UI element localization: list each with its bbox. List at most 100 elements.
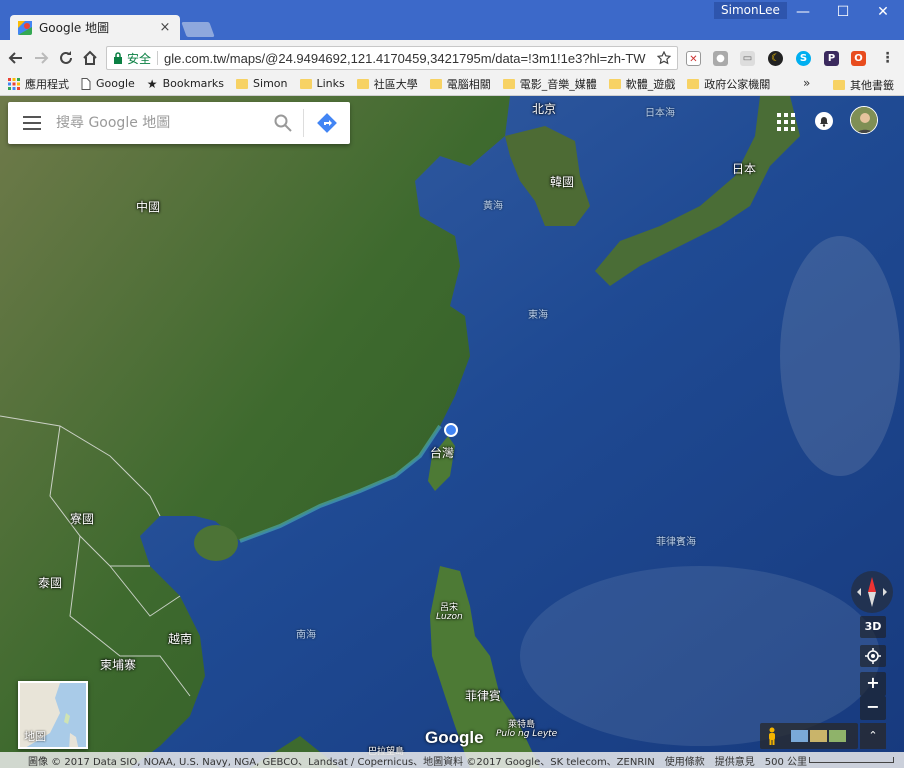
page-icon (81, 77, 91, 90)
bookmark-folder-software[interactable]: 軟體_遊戲 (608, 76, 675, 92)
map-label-vietnam[interactable]: 越南 (168, 630, 192, 647)
reload-icon[interactable] (56, 48, 76, 68)
home-icon[interactable] (80, 48, 100, 68)
minimize-icon[interactable]: — (789, 4, 817, 22)
map-label-south-sea[interactable]: 南海 (296, 626, 316, 641)
star-icon: ★ (146, 76, 158, 91)
map-label-laos[interactable]: 寮國 (70, 510, 94, 527)
map-label-japan-sea[interactable]: 日本海 (645, 104, 675, 119)
imagery-thumbnail[interactable] (810, 730, 827, 742)
extension-icon[interactable]: ● (713, 51, 728, 66)
office-extension-icon[interactable]: O (851, 51, 866, 66)
scale-label[interactable]: 500 公里 (765, 753, 807, 768)
bookmarks-overflow-button[interactable]: » (803, 76, 810, 90)
pegman-icon[interactable] (767, 727, 777, 745)
terms-link[interactable]: 使用條款 (665, 753, 705, 768)
folder-icon (833, 80, 845, 90)
map-footer: 圖像 © 2017 Data SIO, NOAA, U.S. Navy, NGA… (0, 752, 904, 768)
bookmark-label: 應用程式 (25, 77, 69, 91)
map-label-cambodia[interactable]: 柬埔寨 (100, 656, 136, 673)
bookmark-label: 社區大學 (373, 77, 418, 91)
notifications-bell-icon[interactable] (814, 111, 834, 131)
no-script-extension-icon[interactable]: ✕ (686, 51, 701, 66)
extension-icon[interactable]: ▭ (740, 51, 755, 66)
map-label-luzon-en[interactable]: Luzon (436, 612, 463, 622)
bookmark-folder-links[interactable]: Links (299, 77, 345, 90)
map-label-taiwan[interactable]: 台灣 (430, 444, 454, 461)
my-location-marker-icon[interactable] (444, 423, 458, 437)
compass-button[interactable] (851, 571, 893, 613)
directions-icon[interactable] (304, 102, 350, 144)
bookmark-label: Bookmarks (162, 77, 225, 90)
maximize-icon[interactable]: ☐ (829, 4, 857, 22)
bookmark-folder-simon[interactable]: Simon (236, 77, 288, 90)
folder-icon (236, 78, 249, 89)
google-maps-favicon-icon (18, 20, 32, 35)
bookmark-folder-government[interactable]: 政府公家機關 (687, 76, 770, 92)
bookmark-star-icon[interactable] (657, 51, 671, 65)
map-label-philippines[interactable]: 菲律賓 (465, 687, 501, 704)
night-mode-extension-icon[interactable]: ☾ (768, 51, 783, 66)
my-location-button[interactable] (860, 645, 886, 667)
bookmark-other[interactable]: 其他書籤 (833, 77, 894, 93)
tab-close-icon[interactable]: × (158, 20, 172, 35)
bookmark-bookmarks[interactable]: ★ Bookmarks (147, 77, 224, 91)
close-window-icon[interactable]: ✕ (869, 4, 897, 22)
google-logo: Google (425, 728, 484, 747)
imagery-thumbnail[interactable] (829, 730, 846, 742)
zoom-out-button[interactable]: − (860, 696, 886, 720)
feedback-link[interactable]: 提供意見 (715, 753, 755, 768)
map-label-leyte-en[interactable]: Pulo ng Leyte (496, 729, 557, 739)
pocket-extension-icon[interactable]: P (824, 51, 839, 66)
skype-extension-icon[interactable]: S (796, 51, 811, 66)
folder-icon (502, 78, 515, 89)
map-label-korea[interactable]: 韓國 (550, 173, 574, 190)
hamburger-menu-icon[interactable] (8, 102, 56, 144)
map-label-china[interactable]: 中國 (136, 198, 160, 215)
layer-switcher-minimap[interactable]: 地圖 (18, 681, 88, 749)
google-apps-icon[interactable] (776, 112, 796, 132)
street-view-panel[interactable] (760, 723, 858, 749)
map-label-beijing[interactable]: 北京 (532, 100, 556, 117)
bookmark-label: 政府公家機關 (704, 77, 771, 91)
folder-icon (356, 78, 369, 89)
bookmark-folder-media[interactable]: 電影_音樂_媒體 (502, 76, 597, 92)
browser-tab-google-maps[interactable]: Google 地圖 × (10, 15, 180, 40)
scale-bar (808, 757, 894, 763)
map-label-east-sea[interactable]: 東海 (528, 306, 548, 321)
secure-label: 安全 (127, 51, 152, 66)
maps-search-box (8, 102, 350, 144)
bookmark-label: Links (316, 77, 345, 90)
browser-toolbar: 安全 gle.com.tw/maps/@24.9494692,121.41704… (0, 40, 904, 76)
satellite-map[interactable]: 北京 日本海 中國 韓國 日本 黃海 東海 台灣 寮國 泰國 越南 柬埔寨 南海… (0, 96, 904, 768)
url-text[interactable]: gle.com.tw/maps/@24.9494692,121.4170459,… (164, 51, 657, 66)
toggle-3d-button[interactable]: 3D (860, 616, 886, 638)
map-label-thailand[interactable]: 泰國 (38, 574, 62, 591)
folder-icon (299, 78, 312, 89)
map-label-philippine-sea[interactable]: 菲律賓海 (656, 533, 696, 548)
search-icon[interactable] (263, 102, 303, 144)
expand-imagery-button[interactable]: ⌃ (860, 723, 886, 749)
bookmark-google[interactable]: Google (81, 77, 135, 90)
imagery-attribution: 圖像 © 2017 Data SIO, NOAA, U.S. Navy, NGA… (28, 756, 655, 768)
tab-title: Google 地圖 (39, 21, 110, 35)
back-icon[interactable] (6, 48, 26, 68)
bookmark-folder-community-college[interactable]: 社區大學 (356, 76, 418, 92)
imagery-thumbnail[interactable] (791, 730, 808, 742)
bookmark-label: 其他書籤 (850, 79, 894, 92)
map-label-yellow-sea[interactable]: 黃海 (483, 197, 503, 212)
bookmark-label: Google (96, 77, 135, 90)
forward-icon[interactable] (31, 48, 51, 68)
folder-icon (687, 78, 700, 89)
folder-icon (608, 78, 621, 89)
map-label-japan[interactable]: 日本 (732, 160, 756, 177)
chrome-menu-icon[interactable]: ⋮ (880, 51, 895, 66)
profile-name-badge[interactable]: SimonLee (714, 2, 787, 19)
address-bar[interactable]: 安全 gle.com.tw/maps/@24.9494692,121.41704… (106, 46, 678, 70)
new-tab-button[interactable] (181, 22, 215, 37)
bookmark-folder-computer[interactable]: 電腦相關 (429, 76, 491, 92)
user-avatar[interactable] (850, 106, 878, 134)
zoom-in-button[interactable]: + (860, 672, 886, 696)
bookmark-apps[interactable]: 應用程式 (8, 76, 69, 92)
search-input[interactable] (56, 115, 263, 131)
